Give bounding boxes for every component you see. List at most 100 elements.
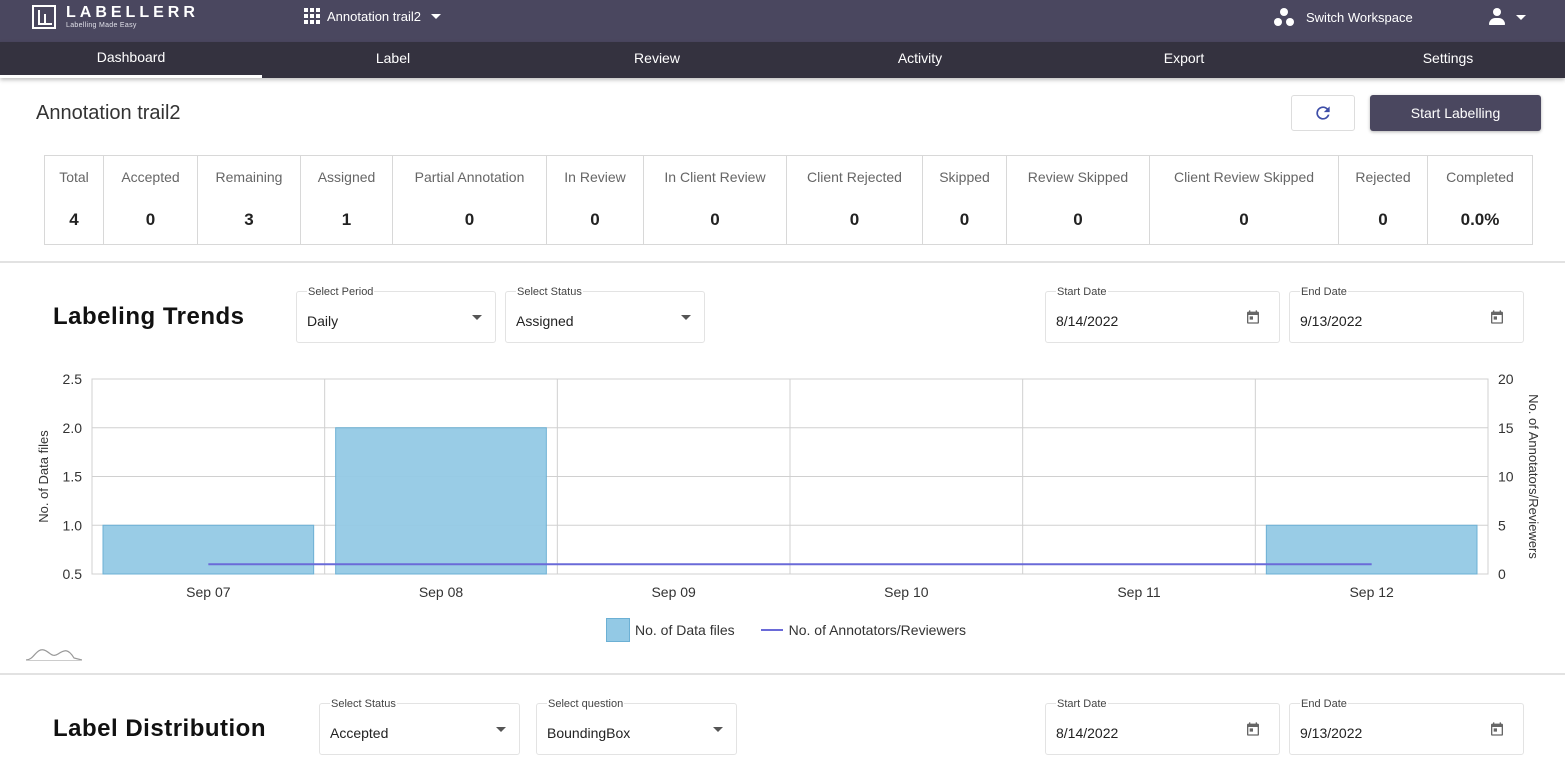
select-question-dropdown[interactable]: Select question BoundingBox [536, 698, 737, 755]
calendar-icon[interactable] [1489, 721, 1505, 737]
x-tick-label: Sep 09 [651, 584, 696, 600]
field-value: Accepted [330, 725, 389, 741]
bar-sep-08 [335, 427, 547, 575]
stat-value: 0 [959, 210, 970, 229]
field-value: 8/14/2022 [1056, 725, 1119, 741]
chevron-down-icon [1516, 14, 1526, 20]
stat-label: Total [59, 169, 89, 185]
section-divider [0, 673, 1565, 675]
start-labelling-button[interactable]: Start Labelling [1370, 95, 1541, 131]
tab-label[interactable]: Label [262, 42, 524, 78]
field-label: Start Date [1056, 286, 1108, 298]
select-status-dropdown[interactable]: Select Status Assigned [505, 286, 705, 343]
end-date-field[interactable]: End Date 9/13/2022 [1289, 286, 1524, 343]
refresh-icon [1316, 106, 1330, 120]
distribution-start-date-field[interactable]: Start Date 8/14/2022 [1045, 698, 1280, 755]
y2-tick-label: 15 [1498, 420, 1514, 436]
tab-settings[interactable]: Settings [1317, 42, 1565, 78]
y-tick-label: 0.5 [63, 566, 83, 582]
y-tick-label: 2.5 [63, 371, 83, 387]
apps-grid-icon [304, 8, 320, 24]
project-name: Annotation trail2 [327, 8, 421, 24]
stat-value: 1 [341, 210, 352, 229]
x-tick-label: Sep 08 [419, 584, 464, 600]
label-distribution-title: Label Distribution [53, 715, 266, 742]
page-title: Annotation trail2 [36, 102, 181, 124]
stat-value: 0 [710, 210, 720, 229]
field-label: Start Date [1056, 698, 1108, 710]
chevron-down-icon [681, 315, 691, 320]
chevron-down-icon [496, 727, 506, 732]
stat-value: 4 [69, 210, 79, 229]
stat-value: 0.0% [1460, 210, 1500, 229]
y-tick-label: 1.0 [63, 517, 83, 533]
stat-label: Review Skipped [1027, 169, 1129, 185]
distribution-end-date-field[interactable]: End Date 9/13/2022 [1289, 698, 1524, 755]
stat-partial-annotation: Partial Annotation 0 [393, 156, 547, 244]
top-bar: LABELLERR Labelling Made Easy Annotation… [0, 0, 1565, 42]
labeling-trends-title: Labeling Trends [53, 303, 245, 330]
workspace-icon [1273, 8, 1295, 26]
chart-legend: No. of Data files No. of Annotators/Revi… [606, 618, 966, 642]
start-date-field[interactable]: Start Date 8/14/2022 [1045, 286, 1280, 343]
select-period-dropdown[interactable]: Select Period Daily [296, 286, 496, 343]
chevron-down-icon [713, 727, 723, 732]
legend-swatch-data-files[interactable] [606, 618, 630, 642]
calendar-icon[interactable] [1245, 309, 1261, 325]
y2-tick-label: 20 [1498, 371, 1514, 387]
stat-value: 0 [1073, 210, 1083, 229]
stats-summary: Total 4 Accepted 0 Remaining 3 Assigned 1 Pa… [44, 155, 1533, 245]
labeling-trends-chart: 2.5 2.0 1.5 1.0 0.5 20 15 10 5 0 Sep 07 Sep 08 Sep 0… [36, 371, 1541, 600]
brand-logo[interactable]: LABELLERR Labelling Made Easy [32, 4, 199, 30]
switch-workspace-button[interactable]: Switch Workspace [1273, 8, 1413, 26]
stat-label: Rejected [1355, 169, 1411, 185]
x-tick-label: Sep 11 [1117, 584, 1161, 600]
field-value: 9/13/2022 [1300, 725, 1363, 741]
field-value: 8/14/2022 [1056, 313, 1119, 329]
legend-swatch-annotators[interactable] [760, 629, 783, 631]
brand-tagline: Labelling Made Easy [66, 22, 137, 29]
project-selector[interactable]: Annotation trail2 [304, 8, 441, 24]
y-tick-label: 1.5 [63, 469, 83, 485]
x-tick-label: Sep 10 [884, 584, 929, 600]
distribution-status-dropdown[interactable]: Select Status Accepted [319, 698, 520, 755]
stat-value: 0 [590, 210, 600, 229]
chart-type-icon[interactable] [26, 646, 82, 662]
stat-value: 0 [849, 210, 860, 229]
stat-value: 0 [464, 210, 475, 229]
user-icon [1488, 8, 1506, 26]
stat-label: Assigned [317, 169, 376, 185]
field-value: 9/13/2022 [1300, 313, 1363, 329]
stat-value: 3 [244, 210, 254, 229]
stat-label: In Review [564, 169, 626, 185]
y-axis-title: No. of Data files [36, 430, 51, 523]
stat-accepted: Accepted 0 [104, 156, 198, 244]
y-tick-label: 2.0 [63, 420, 83, 436]
field-value: BoundingBox [547, 725, 631, 741]
legend-label-data-files: No. of Data files [635, 622, 735, 638]
y2-tick-label: 5 [1498, 517, 1506, 533]
section-divider [0, 261, 1565, 263]
main-nav: Dashboard Label Review Activity Export S… [0, 42, 1565, 78]
bar-sep-12 [1265, 524, 1478, 575]
calendar-icon[interactable] [1489, 309, 1505, 325]
stat-completed: Completed 0.0% [1428, 156, 1532, 244]
calendar-icon[interactable] [1245, 721, 1261, 737]
tab-review[interactable]: Review [526, 42, 788, 78]
tab-dashboard[interactable]: Dashboard [0, 42, 262, 78]
y2-tick-label: 0 [1498, 566, 1506, 582]
stat-client-review-skipped: Client Review Skipped 0 [1150, 156, 1339, 244]
tab-export[interactable]: Export [1053, 42, 1315, 78]
stat-label: Partial Annotation [414, 169, 525, 185]
tab-activity[interactable]: Activity [789, 42, 1051, 78]
stat-in-client-review: In Client Review 0 [644, 156, 787, 244]
stat-label: Accepted [121, 169, 180, 185]
refresh-button[interactable] [1291, 95, 1355, 131]
field-label: Select Period [307, 286, 375, 298]
field-label: Select question [547, 698, 625, 710]
user-menu[interactable] [1488, 8, 1526, 26]
stat-label: Client Review Skipped [1173, 169, 1315, 185]
x-tick-label: Sep 12 [1349, 584, 1394, 600]
stat-skipped: Skipped 0 [923, 156, 1007, 244]
stat-label: Completed [1446, 169, 1514, 185]
